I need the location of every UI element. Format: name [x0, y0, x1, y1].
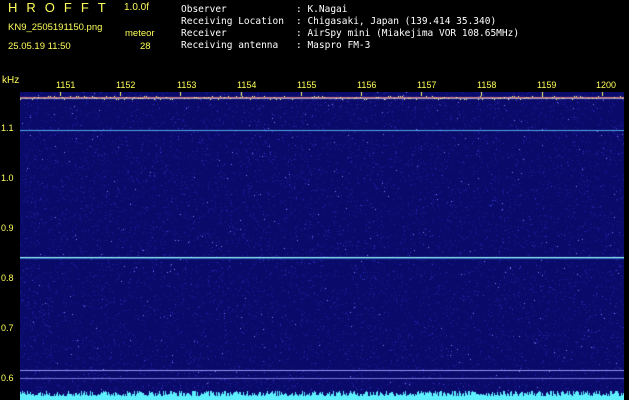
spectrogram-plot [20, 92, 624, 400]
meteor-label: meteor [125, 28, 155, 39]
antenna-label: Receiving antenna [181, 40, 279, 51]
time-tick-label: 1156 [357, 80, 377, 90]
spectrogram-canvas [20, 92, 624, 400]
time-tick-label: 1154 [237, 80, 257, 90]
time-tick-label: 1153 [177, 80, 197, 90]
capture-datetime: 25.05.19 11:50 [8, 41, 71, 52]
app-version: 1.0.0f [124, 2, 150, 13]
app-logo: HROFFT [8, 0, 115, 15]
freq-tick-label: 0.6 [1, 373, 14, 383]
observer-value: : K.Nagai [296, 4, 348, 15]
frequency-unit-label: kHz [2, 75, 20, 86]
time-axis: 1151 1152 1153 1154 1155 1156 1157 1158 … [20, 78, 624, 92]
time-tick-label: 1200 [596, 80, 617, 90]
freq-tick-label: 0.8 [1, 273, 14, 283]
freq-tick-label: 0.7 [1, 323, 14, 333]
meteor-count: 28 [140, 41, 151, 52]
time-tick-label: 1157 [417, 80, 437, 90]
antenna-value: : Maspro FM-3 [296, 40, 371, 51]
time-tick-label: 1152 [116, 80, 136, 90]
time-tick-label: 1159 [537, 80, 557, 90]
freq-tick-label: 1.1 [1, 123, 14, 133]
time-tick-label: 1158 [477, 80, 497, 90]
location-label: Receiving Location [181, 16, 284, 27]
freq-tick-label: 1.0 [1, 173, 14, 183]
location-value: : Chigasaki, Japan (139.414 35.340) [296, 16, 497, 27]
header-panel: HROFFT 1.0.0f KN9_2505191150.png 25.05.1… [0, 0, 629, 75]
time-tick-label: 1151 [56, 80, 76, 90]
freq-tick-label: 0.9 [1, 223, 14, 233]
receiver-label: Receiver [181, 28, 227, 39]
time-tick-label: 1155 [297, 80, 317, 90]
file-name: KN9_2505191150.png [8, 22, 103, 33]
frequency-axis: 1.1 1.0 0.9 0.8 0.7 0.6 [0, 92, 20, 400]
observer-label: Observer [181, 4, 227, 15]
receiver-value: : AirSpy mini (Miakejima VOR 108.65MHz) [296, 28, 520, 39]
